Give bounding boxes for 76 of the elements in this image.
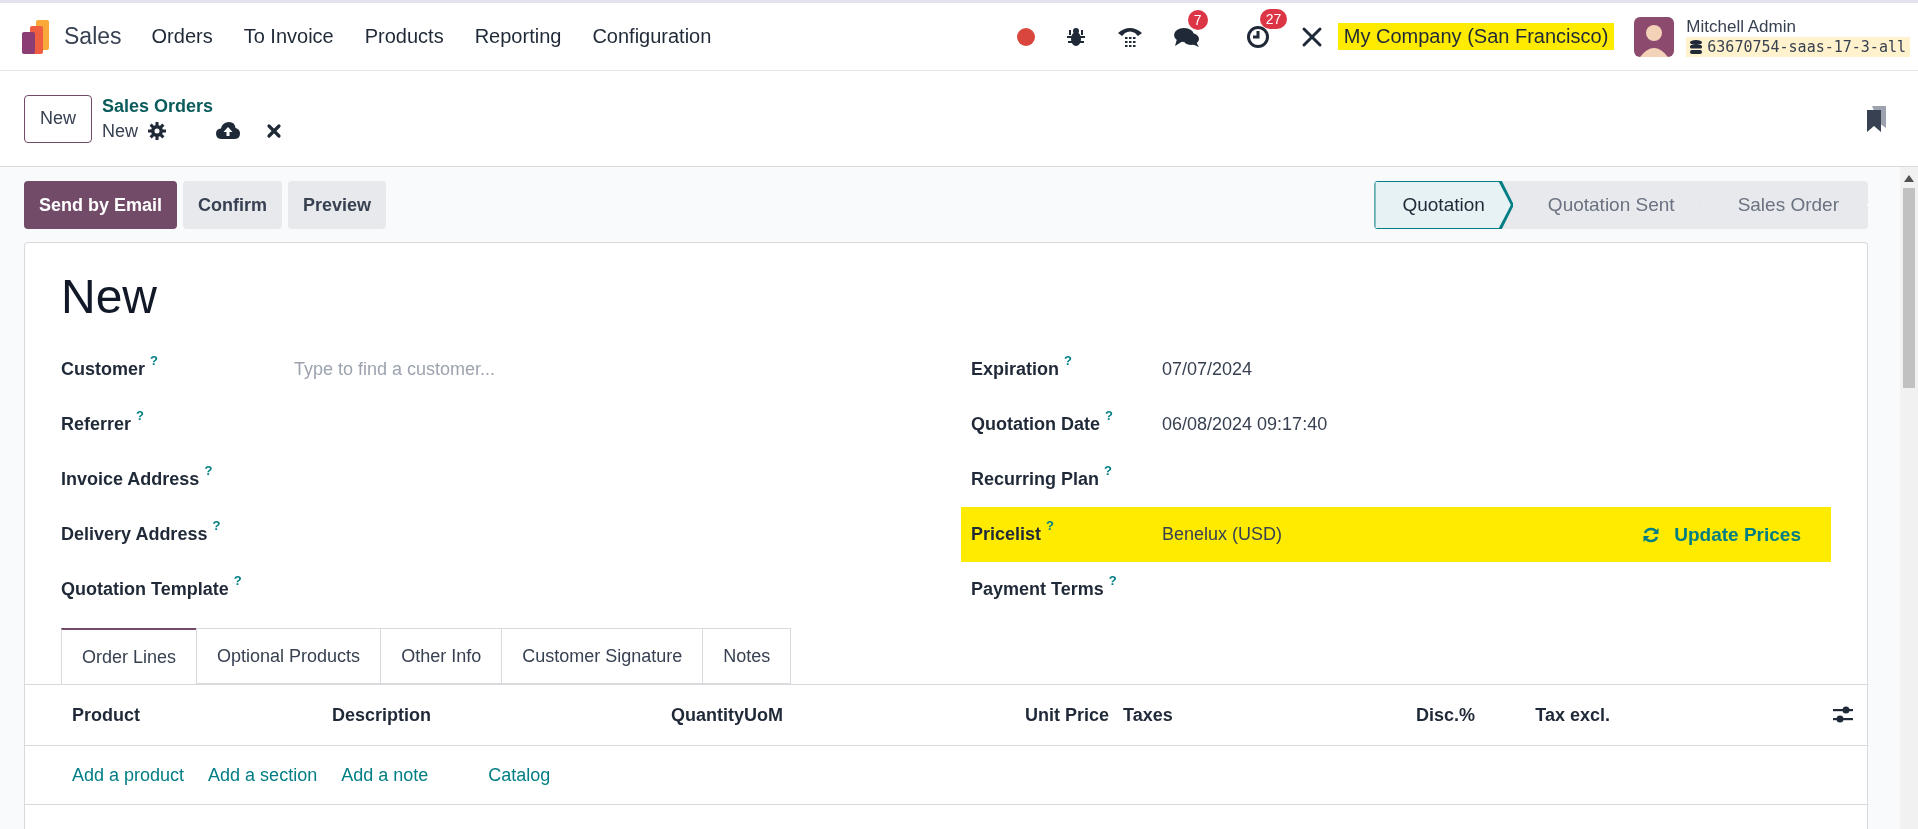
chat-bubbles-icon[interactable] xyxy=(1173,25,1200,48)
menu-item[interactable]: To Invoice xyxy=(243,25,334,48)
app-name[interactable]: Sales xyxy=(64,23,122,50)
menu-item[interactable]: Reporting xyxy=(474,25,562,48)
update-prices-button[interactable]: Update Prices xyxy=(1642,523,1801,546)
column-header[interactable]: Quantity xyxy=(566,704,744,726)
field-label: Delivery Address xyxy=(61,524,208,545)
scroll-up-icon[interactable] xyxy=(1904,175,1914,182)
record-title: New xyxy=(61,269,158,325)
tab[interactable]: Order Lines xyxy=(61,628,198,684)
field-value[interactable]: 07/07/2024 xyxy=(1162,359,1253,380)
column-header[interactable]: Tax excl. xyxy=(1475,704,1610,726)
menu-item[interactable]: Configuration xyxy=(592,25,712,48)
bookmark-icon[interactable] xyxy=(1866,105,1888,132)
tab[interactable]: Optional Products xyxy=(196,628,382,684)
menu-item[interactable]: Products xyxy=(364,25,444,48)
user-name[interactable]: Mitchell Admin xyxy=(1686,16,1910,37)
tab[interactable]: Notes xyxy=(702,628,792,684)
help-mark[interactable]: ? xyxy=(1105,408,1113,423)
help-mark[interactable]: ? xyxy=(1108,573,1117,588)
field-label: Referrer xyxy=(61,414,132,435)
field-label: Recurring Plan xyxy=(971,469,1100,490)
help-mark[interactable]: ? xyxy=(1104,463,1112,478)
bug-icon[interactable] xyxy=(1065,26,1086,47)
action-button[interactable]: Send by Email xyxy=(24,181,178,229)
action-button[interactable]: Confirm xyxy=(183,181,283,229)
column-header[interactable]: Disc.% xyxy=(1403,704,1475,726)
record-dot-icon[interactable] xyxy=(1015,26,1036,47)
field-value[interactable]: 06/08/2024 09:17:40 xyxy=(1162,414,1328,435)
user-avatar-icon[interactable] xyxy=(1634,16,1675,57)
column-header[interactable]: Product xyxy=(72,704,332,726)
field-value[interactable]: Benelux (USD) xyxy=(1162,524,1283,545)
status-step[interactable]: Quotation xyxy=(1374,181,1514,229)
company-switcher[interactable]: My Company (San Francisco) xyxy=(1337,23,1615,50)
field-label: Quotation Template xyxy=(61,579,229,600)
gear-icon[interactable] xyxy=(148,122,167,140)
new-button[interactable]: New xyxy=(24,94,92,143)
clock-icon[interactable] xyxy=(1245,24,1270,49)
help-mark[interactable]: ? xyxy=(1046,518,1054,533)
breadcrumb-link[interactable]: Sales Orders xyxy=(102,95,283,117)
add-line-link[interactable]: Add a product xyxy=(72,764,185,786)
help-mark[interactable]: ? xyxy=(204,463,213,478)
field-label: Quotation Date xyxy=(971,414,1100,435)
menu-item[interactable]: Orders xyxy=(151,25,213,48)
field-label: Payment Terms xyxy=(971,579,1104,600)
add-line-link[interactable]: Add a section xyxy=(208,764,318,786)
field-label: Invoice Address xyxy=(61,469,200,490)
breadcrumb-current: New xyxy=(102,120,139,142)
cloud-upload-icon[interactable] xyxy=(216,122,241,140)
field-label: Pricelist xyxy=(971,524,1042,545)
scrollbar-thumb[interactable] xyxy=(1903,188,1915,388)
action-button[interactable]: Preview xyxy=(288,181,387,229)
close-icon[interactable] xyxy=(266,123,283,139)
column-header[interactable]: Unit Price xyxy=(789,704,1109,726)
add-line-link[interactable]: Add a note xyxy=(341,764,429,786)
sales-logo-icon[interactable] xyxy=(22,19,52,54)
tab[interactable]: Other Info xyxy=(380,628,503,684)
help-mark[interactable]: ? xyxy=(212,518,221,533)
refresh-icon xyxy=(1642,525,1661,544)
column-header[interactable]: Description xyxy=(332,704,566,726)
help-mark[interactable]: ? xyxy=(1064,353,1072,368)
help-mark[interactable]: ? xyxy=(150,353,158,368)
column-header[interactable]: Taxes xyxy=(1123,704,1403,726)
tab[interactable]: Customer Signature xyxy=(501,628,704,684)
activity-count-badge: 27 xyxy=(1259,8,1288,29)
column-header[interactable]: UoM xyxy=(744,704,789,726)
column-settings-icon[interactable] xyxy=(1833,706,1853,724)
help-mark[interactable]: ? xyxy=(136,408,144,423)
field-label: Expiration xyxy=(971,359,1059,380)
add-line-link[interactable]: Catalog xyxy=(488,764,551,786)
field-label: Customer xyxy=(61,359,145,380)
help-mark[interactable]: ? xyxy=(233,573,242,588)
database-icon xyxy=(1690,39,1703,54)
database-name: 63670754-saas-17-3-all xyxy=(1707,37,1906,56)
message-count-badge: 7 xyxy=(1187,9,1208,30)
input-field[interactable]: Type to find a customer... xyxy=(294,359,694,380)
